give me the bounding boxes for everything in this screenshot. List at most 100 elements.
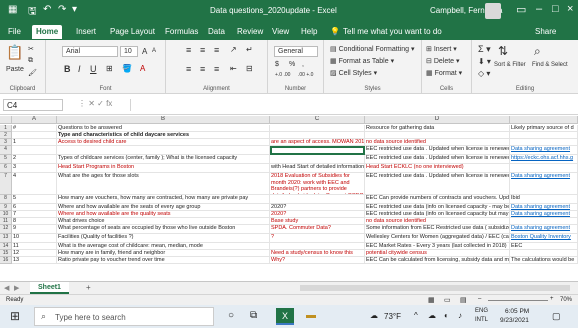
cell-a[interactable]: 6: [12, 204, 57, 211]
maximize-icon[interactable]: □: [552, 3, 559, 15]
sheet-tab-sheet1[interactable]: Sheet1: [30, 282, 69, 294]
keyboard-layout-indicator[interactable]: INTL: [475, 317, 488, 323]
cell-d[interactable]: EEC restricted use data (info on license…: [365, 211, 510, 218]
share-button[interactable]: Share: [535, 27, 556, 36]
cell-c[interactable]: with Head Start of detailed information: [270, 164, 365, 173]
cut-icon[interactable]: ✂: [28, 45, 34, 53]
autosum-icon[interactable]: Σ ▾: [478, 44, 491, 55]
language-indicator[interactable]: ENG: [475, 308, 488, 314]
cell-d[interactable]: no data source identified: [365, 139, 510, 146]
zoom-slider[interactable]: [488, 300, 548, 301]
align-top-icon[interactable]: ≡: [186, 45, 191, 55]
align-middle-icon[interactable]: ≡: [200, 45, 205, 55]
fx-button[interactable]: fx: [106, 99, 112, 108]
cell-a[interactable]: 13: [12, 257, 57, 264]
tab-home[interactable]: Home: [32, 25, 63, 39]
close-icon[interactable]: ×: [567, 3, 573, 15]
paste-button[interactable]: Paste: [6, 66, 24, 73]
cell-d[interactable]: Head Start ECKLC (no one interviewed): [365, 164, 510, 173]
weather-temp[interactable]: 73°F: [384, 312, 401, 321]
cloud-icon[interactable]: ☁: [428, 311, 436, 320]
cell-e[interactable]: Likely primary source of d: [510, 125, 578, 132]
decrease-decimal-button[interactable]: .00 +.0: [298, 72, 313, 78]
row-header[interactable]: 2: [0, 132, 12, 139]
cell-b[interactable]: What is the average cost of childcare: m…: [57, 243, 270, 250]
cortana-icon[interactable]: ○: [228, 310, 234, 321]
format-painter-icon[interactable]: 🖌: [28, 69, 37, 77]
column-header-b[interactable]: B: [57, 116, 270, 124]
increase-font-button[interactable]: A: [142, 47, 147, 56]
decrease-font-button[interactable]: A: [152, 48, 156, 54]
align-right-icon[interactable]: ≡: [214, 64, 219, 74]
cell-b[interactable]: What are the ages for those slots: [57, 173, 270, 195]
notifications-icon[interactable]: ▢: [552, 311, 561, 322]
ribbon-display-icon[interactable]: ▭: [516, 3, 526, 16]
redo-icon[interactable]: ↷: [58, 4, 66, 15]
row-header[interactable]: 5: [0, 155, 12, 164]
cell-a[interactable]: [12, 132, 57, 139]
cell-e[interactable]: Boston Quality Inventory: [510, 234, 578, 243]
borders-icon[interactable]: ⊞: [106, 64, 113, 73]
cell-c[interactable]: ?: [270, 234, 365, 243]
cell-e[interactable]: The calculations would be: [510, 257, 578, 264]
cell-e[interactable]: https://eckc.ohs.acf.hhs.g: [510, 155, 578, 164]
save-icon[interactable]: 🖫: [28, 4, 37, 21]
cell-c[interactable]: [270, 132, 365, 139]
cell-b[interactable]: Types of childcare services (center, fam…: [57, 155, 270, 164]
cell-c[interactable]: [270, 195, 365, 204]
comma-button[interactable]: ,: [302, 61, 304, 68]
row-header[interactable]: 11: [0, 218, 12, 225]
cell-a[interactable]: #: [12, 125, 57, 132]
italic-button[interactable]: I: [78, 64, 81, 74]
cell-a[interactable]: [12, 146, 57, 155]
cell-e[interactable]: [510, 139, 578, 146]
cell-c[interactable]: [270, 146, 365, 155]
row-header[interactable]: 15: [0, 250, 12, 257]
fill-icon[interactable]: ⬇ ▾: [478, 57, 491, 66]
row-header[interactable]: 8: [0, 195, 12, 204]
tray-chevron-icon[interactable]: ^: [414, 311, 418, 320]
cell-b[interactable]: Questions to be answered: [57, 125, 270, 132]
clock-date[interactable]: 9/23/2021: [500, 317, 529, 324]
cell-c[interactable]: [270, 243, 365, 250]
cell-d[interactable]: EEC restricted use data . Updated when l…: [365, 146, 510, 155]
cell-b[interactable]: Ratio private pay to voucher trend over …: [57, 257, 270, 264]
cell-e[interactable]: Data sharing agreement: [510, 146, 578, 155]
name-box[interactable]: C4: [3, 99, 63, 111]
column-header-d[interactable]: D: [365, 116, 510, 124]
cell-c[interactable]: Why?: [270, 257, 365, 264]
cell-d[interactable]: EEC Can provide numbers of contracts and…: [365, 195, 510, 204]
row-header[interactable]: 3: [0, 139, 12, 146]
cell-b[interactable]: Access to desired child care: [57, 139, 270, 146]
select-all-corner[interactable]: [0, 116, 12, 124]
row-header[interactable]: 6: [0, 164, 12, 173]
clear-icon[interactable]: ◇ ▾: [478, 69, 490, 78]
tab-data[interactable]: Data: [208, 27, 225, 36]
add-sheet-button[interactable]: +: [86, 283, 91, 292]
tab-review[interactable]: Review: [237, 27, 263, 36]
align-bottom-icon[interactable]: ≡: [214, 45, 219, 55]
row-header[interactable]: 4: [0, 146, 12, 155]
column-header-c[interactable]: C: [270, 116, 365, 124]
tab-formulas[interactable]: Formulas: [165, 27, 198, 36]
currency-button[interactable]: $: [275, 61, 279, 68]
cell-e[interactable]: EEC: [510, 243, 578, 250]
cell-b[interactable]: What percentage of seats are occupied by…: [57, 225, 270, 234]
tab-help[interactable]: Help: [301, 27, 317, 36]
font-size-select[interactable]: 10: [120, 46, 138, 57]
cell-styles-button[interactable]: ▨ Cell Styles ▾: [330, 69, 377, 77]
row-header[interactable]: 1: [0, 125, 12, 132]
format-cells-button[interactable]: ▦ Format ▾: [426, 69, 462, 77]
cell-e[interactable]: Ibid: [510, 195, 578, 204]
format-as-table-button[interactable]: ▦ Format as Table ▾: [330, 57, 394, 65]
cell-c[interactable]: Base study: [270, 218, 365, 225]
tab-view[interactable]: View: [272, 27, 289, 36]
cell-b[interactable]: [57, 146, 270, 155]
cell-c[interactable]: SPDA. Commuter Data?: [270, 225, 365, 234]
row-header[interactable]: 13: [0, 234, 12, 243]
cell-e[interactable]: Data sharing agreement: [510, 204, 578, 211]
avatar[interactable]: [485, 3, 501, 19]
cell-e[interactable]: [510, 250, 578, 257]
merge-center-icon[interactable]: ⊟: [246, 64, 253, 73]
orientation-icon[interactable]: ↗: [230, 45, 237, 54]
